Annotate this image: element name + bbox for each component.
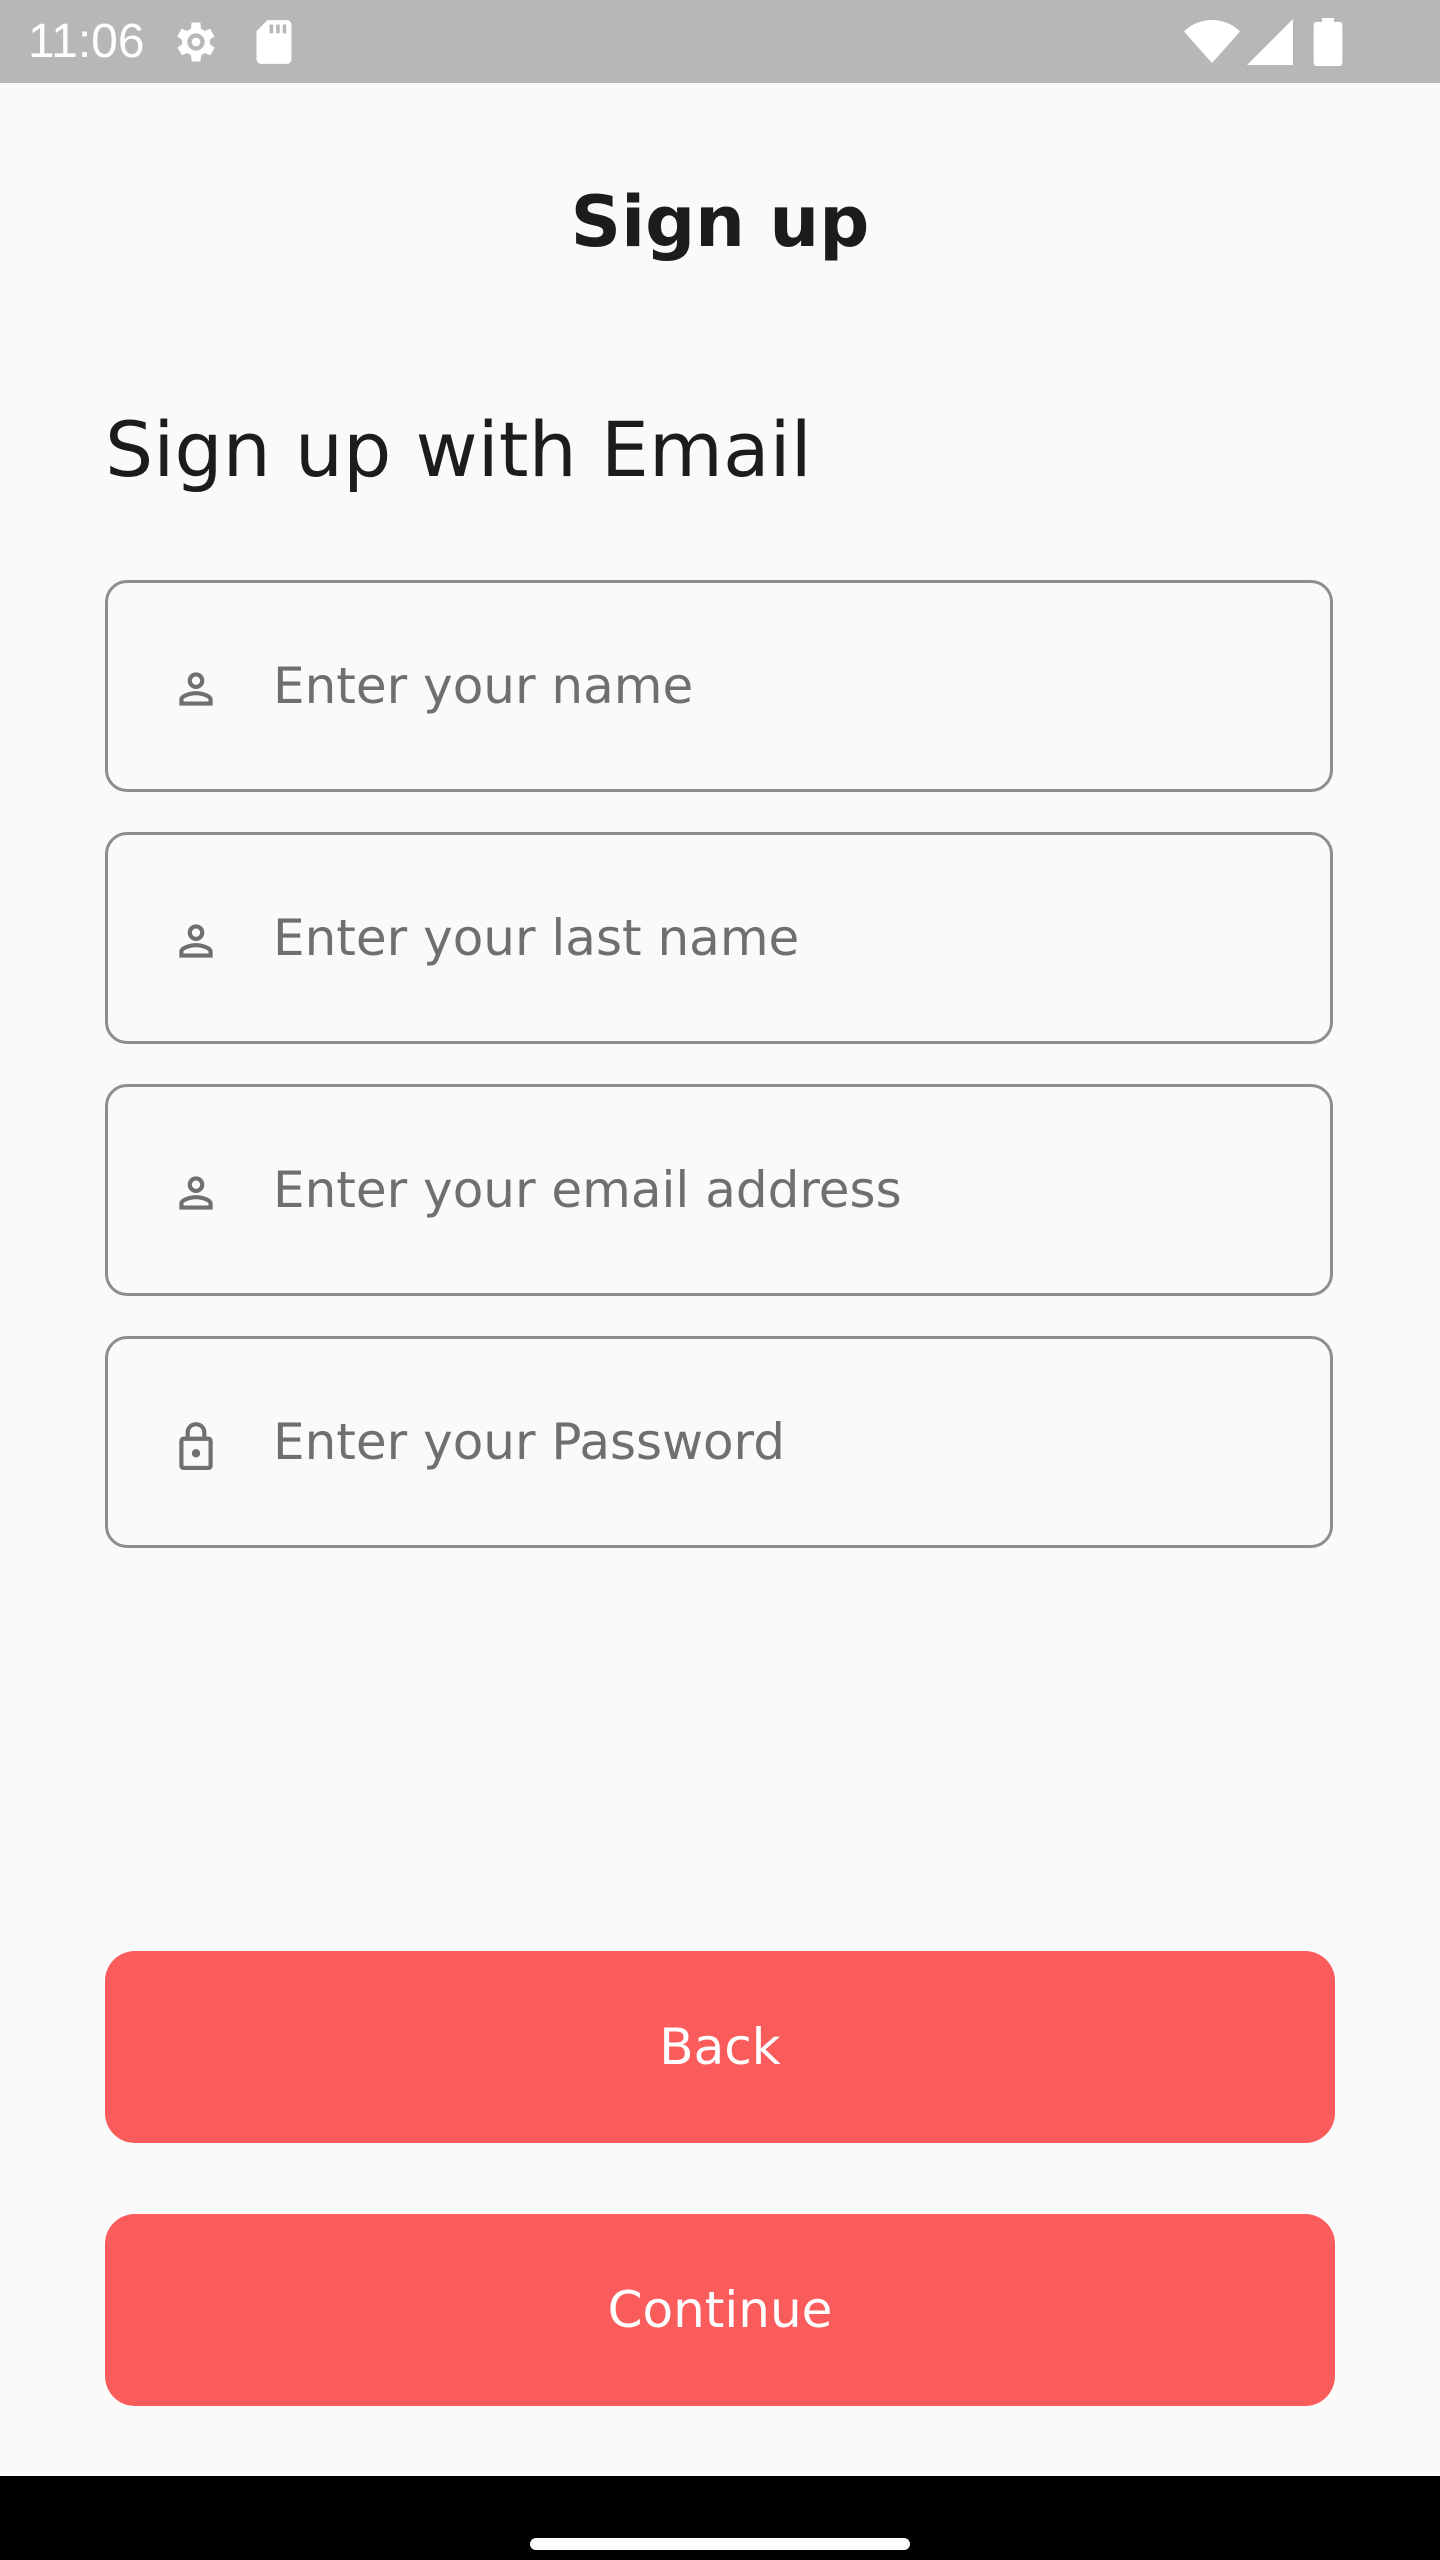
home-indicator[interactable] [530,2538,910,2550]
lock-icon [166,1415,226,1475]
status-time: 11:06 [28,15,145,68]
last-name-input[interactable] [273,835,1273,1041]
last-name-field[interactable] [105,832,1333,1044]
battery-icon [1300,14,1356,70]
sign-up-with-email-heading: Sign up with Email [105,405,812,494]
back-button[interactable]: Back [105,1951,1335,2143]
password-field[interactable] [105,1336,1333,1548]
person-icon [166,659,226,719]
person-icon [166,911,226,971]
sd-card-icon [246,14,302,70]
email-field[interactable] [105,1084,1333,1296]
settings-gear-icon [168,14,224,70]
continue-button[interactable]: Continue [105,2214,1335,2406]
name-input[interactable] [273,583,1273,789]
status-bar: 11:06 [0,0,1440,83]
cellular-signal-icon [1242,14,1298,70]
person-icon [166,1163,226,1223]
wifi-icon [1184,14,1240,70]
password-input[interactable] [273,1339,1273,1545]
name-field[interactable] [105,580,1333,792]
email-input[interactable] [273,1087,1273,1293]
page-title: Sign up [570,181,870,263]
